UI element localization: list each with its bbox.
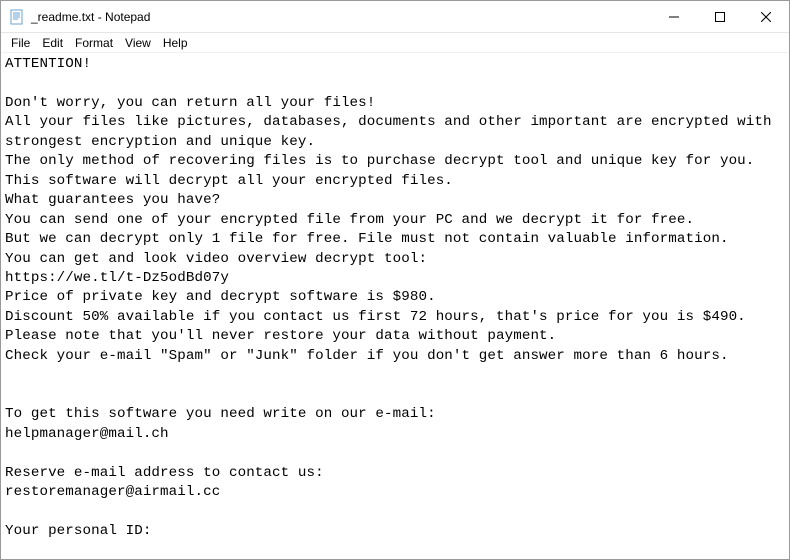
notepad-icon [9,9,25,25]
window-title: _readme.txt - Notepad [31,9,651,24]
menu-edit[interactable]: Edit [36,34,69,52]
minimize-button[interactable] [651,1,697,32]
menu-view[interactable]: View [119,34,157,52]
menu-format[interactable]: Format [69,34,119,52]
notepad-window: _readme.txt - Notepad File Edit Format V… [0,0,790,560]
menu-file[interactable]: File [5,34,36,52]
title-bar: _readme.txt - Notepad [1,1,789,33]
maximize-button[interactable] [697,1,743,32]
close-button[interactable] [743,1,789,32]
menu-bar: File Edit Format View Help [1,33,789,53]
window-controls [651,1,789,32]
menu-help[interactable]: Help [157,34,194,52]
text-content[interactable]: ATTENTION! Don't worry, you can return a… [1,53,789,559]
